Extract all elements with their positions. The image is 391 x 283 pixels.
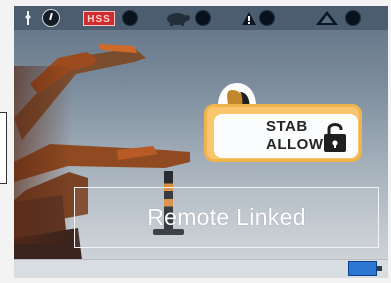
battery-tip (377, 266, 382, 271)
status-circle (122, 9, 138, 27)
remote-status-text: Remote Linked (147, 204, 306, 230)
crane-body-shading (14, 66, 72, 244)
triangle-warning-icon (315, 9, 339, 27)
top-status-bar: HSS (14, 6, 388, 30)
turtle-icon (162, 9, 192, 27)
stab-label-line2: ALLOW (266, 136, 324, 153)
remote-status-box: Remote Linked (74, 187, 379, 248)
stab-allow-inner: STAB ALLOW (214, 114, 358, 158)
clock-icon (42, 9, 60, 27)
wrench-icon (24, 9, 32, 27)
status-circle (195, 9, 211, 27)
warning-icon (241, 9, 257, 27)
bottom-status-strip (14, 259, 388, 278)
unlock-icon (324, 123, 346, 152)
battery-icon (348, 261, 377, 276)
stab-allow-label: STAB ALLOW (266, 118, 324, 154)
stab-label-line1: STAB (266, 118, 308, 135)
hss-label: HSS (83, 10, 115, 26)
hss-indicator: HSS (83, 9, 115, 27)
frame-side-bracket (0, 112, 7, 184)
display-screen: HSS STAB ALLOW Remote Linked (14, 6, 388, 278)
stab-allow-panel: STAB ALLOW (204, 104, 362, 162)
status-circle (345, 9, 361, 27)
status-circle (259, 9, 275, 27)
